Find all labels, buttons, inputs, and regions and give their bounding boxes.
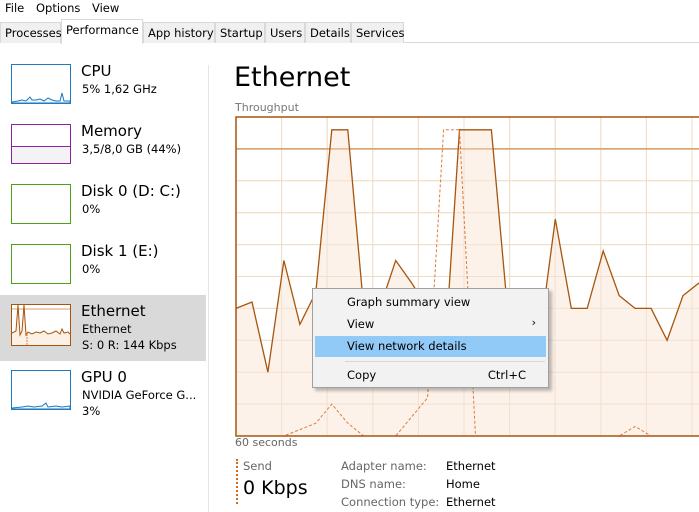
send-label: Send — [243, 459, 272, 473]
memory-thumbnail-graph — [11, 124, 71, 164]
detail-key: Adapter name: — [341, 459, 427, 473]
menu-item-label: View — [347, 317, 375, 331]
detail-key: DNS name: — [341, 477, 406, 491]
sidebar-disk1-usage: 0% — [82, 262, 101, 276]
sidebar-cpu-usage: 5% 1,62 GHz — [82, 82, 157, 96]
sidebar-disk0-title: Disk 0 (D: C:) — [81, 182, 181, 200]
tab-bar: Processes Performance App history Startu… — [0, 17, 699, 44]
chevron-right-icon: › — [531, 316, 536, 329]
send-value: 0 Kbps — [243, 477, 308, 499]
throughput-graph — [235, 116, 699, 437]
menu-item-shortcut: Ctrl+C — [487, 368, 526, 382]
detail-value: Home — [446, 477, 480, 491]
context-menu: Graph summary view View › View network d… — [312, 288, 549, 388]
cpu-thumbnail-graph — [11, 64, 71, 104]
sidebar-ethernet-title: Ethernet — [81, 302, 146, 320]
page-title: Ethernet — [234, 62, 351, 93]
sidebar-gpu-name: NVIDIA GeForce G... — [82, 388, 197, 402]
sidebar-item-disk1[interactable]: Disk 1 (E:) 0% — [0, 235, 206, 301]
menu-file[interactable]: File — [5, 1, 24, 15]
tab-startup[interactable]: Startup — [215, 22, 265, 43]
time-span-label: 60 seconds — [235, 436, 298, 449]
sidebar-memory-usage: 3,5/8,0 GB (44%) — [82, 142, 182, 156]
sidebar-item-memory[interactable]: Memory 3,5/8,0 GB (44%) — [0, 115, 206, 181]
context-menu-item-view-network-details[interactable]: View network details — [315, 336, 546, 357]
menu-item-label: Graph summary view — [347, 295, 471, 309]
sidebar-item-disk0[interactable]: Disk 0 (D: C:) 0% — [0, 175, 206, 241]
disk0-thumbnail-graph — [11, 184, 71, 224]
tab-processes[interactable]: Processes — [0, 22, 62, 43]
sidebar-disk1-title: Disk 1 (E:) — [81, 242, 159, 260]
sidebar-item-cpu[interactable]: CPU 5% 1,62 GHz — [0, 55, 206, 121]
sidebar-gpu-title: GPU 0 — [81, 368, 127, 386]
sidebar-ethernet-adapter: Ethernet — [82, 322, 132, 336]
resource-sidebar: CPU 5% 1,62 GHz Memory 3,5/8,0 GB (44%) … — [0, 55, 206, 512]
menu-bar: File Options View — [0, 0, 699, 17]
menu-item-label: View network details — [347, 339, 467, 353]
context-menu-item-view[interactable]: View › — [315, 314, 546, 335]
menu-options[interactable]: Options — [36, 1, 80, 15]
context-menu-separator — [345, 361, 545, 362]
disk1-thumbnail-graph — [11, 244, 71, 284]
sidebar-disk0-usage: 0% — [82, 202, 101, 216]
sidebar-item-gpu0[interactable]: GPU 0 NVIDIA GeForce G... 3% — [0, 361, 206, 427]
sidebar-gpu-usage: 3% — [82, 404, 101, 418]
context-menu-item-graph-summary-view[interactable]: Graph summary view — [315, 292, 546, 313]
sidebar-ethernet-throughput: S: 0 R: 144 Kbps — [82, 338, 177, 352]
tab-app-history[interactable]: App history — [143, 22, 215, 43]
sidebar-memory-title: Memory — [81, 122, 143, 140]
tab-details[interactable]: Details — [305, 22, 351, 43]
sidebar-item-ethernet[interactable]: Ethernet Ethernet S: 0 R: 144 Kbps — [0, 295, 206, 361]
menu-view[interactable]: View — [92, 1, 119, 15]
send-legend-marker — [236, 459, 238, 504]
sidebar-divider — [208, 65, 209, 512]
gpu-thumbnail-graph — [11, 370, 71, 410]
ethernet-thumbnail-graph — [11, 304, 71, 346]
detail-value: Ethernet — [446, 459, 496, 473]
menu-item-label: Copy — [347, 368, 377, 382]
tab-users[interactable]: Users — [265, 22, 305, 43]
sidebar-cpu-title: CPU — [81, 62, 112, 80]
tab-services[interactable]: Services — [351, 22, 405, 43]
context-menu-item-copy[interactable]: Copy Ctrl+C — [315, 365, 546, 386]
throughput-label: Throughput — [235, 101, 299, 114]
detail-key: Connection type: — [341, 495, 440, 509]
detail-value: Ethernet — [446, 495, 496, 509]
tab-performance[interactable]: Performance — [61, 19, 143, 44]
